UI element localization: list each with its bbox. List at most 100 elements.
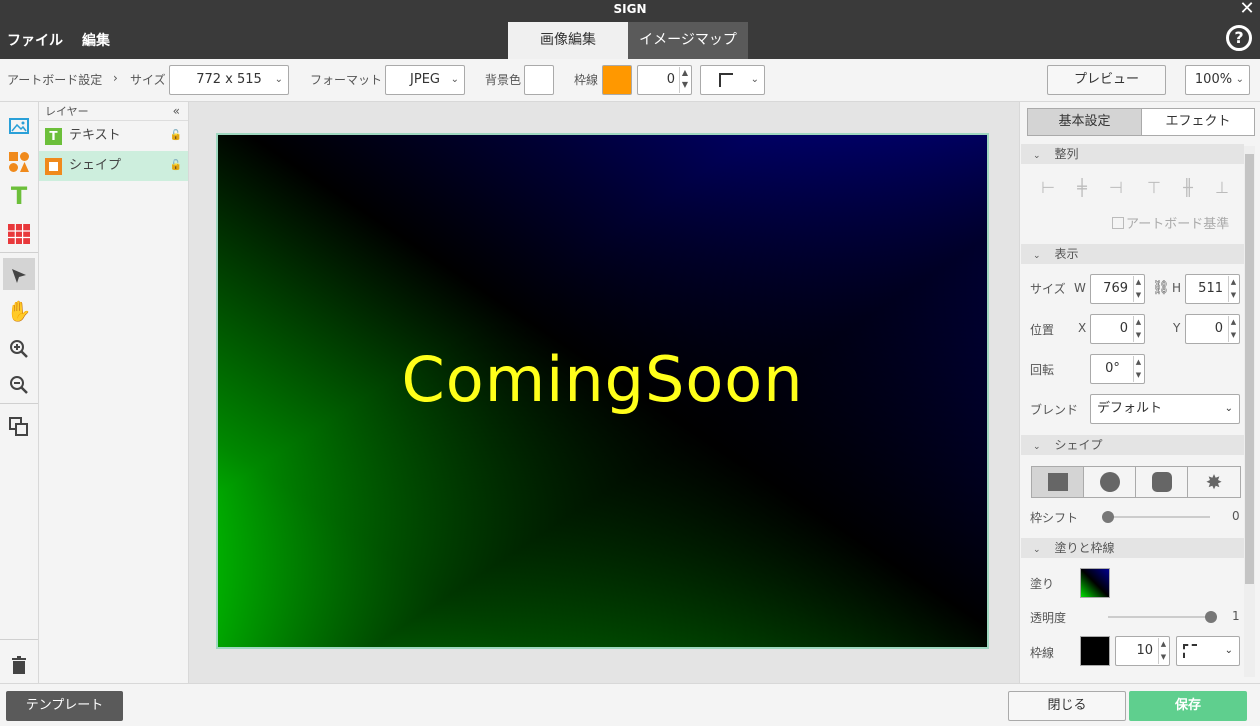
preview-button[interactable]: プレビュー [1047, 65, 1166, 95]
border-shift-slider[interactable] [1108, 516, 1210, 518]
table-tool-icon[interactable] [3, 216, 35, 248]
hand-tool-icon[interactable]: ✋ [3, 295, 35, 327]
chevron-down-icon: ⌄ [274, 74, 283, 85]
x-label: X [1078, 321, 1087, 335]
section-title: 表示 [1054, 247, 1079, 261]
width-input[interactable]: 769 ▲ ▼ [1090, 274, 1145, 304]
blend-select[interactable]: デフォルト ⌄ [1090, 394, 1240, 424]
stepper-icon[interactable]: ▲ ▼ [1228, 276, 1238, 302]
stepper-icon[interactable]: ▲ ▼ [1133, 316, 1143, 342]
menu-file[interactable]: ファイル [7, 30, 63, 50]
size-label: サイズ [130, 73, 166, 87]
bg-color-swatch[interactable] [524, 65, 554, 95]
stepper-icon[interactable]: ▲ ▼ [679, 67, 690, 93]
section-fill-border[interactable]: ⌄ 塗りと枠線 [1021, 538, 1244, 558]
shape-circle-button[interactable] [1084, 467, 1136, 497]
chevron-down-icon: ⌄ [1033, 442, 1041, 452]
stepper-icon[interactable]: ▲ ▼ [1133, 276, 1143, 302]
align-right-icon[interactable]: ⊣ [1104, 178, 1128, 200]
align-bottom-icon[interactable]: ⊥ [1210, 178, 1234, 200]
section-shape[interactable]: ⌄ シェイプ [1021, 435, 1244, 455]
stepper-icon[interactable]: ▲ ▼ [1133, 356, 1143, 382]
border-width-value: 10 [1136, 643, 1153, 658]
opacity-value: 1 [1232, 609, 1240, 623]
align-center-h-icon[interactable]: ╪ [1070, 178, 1094, 200]
properties-panel: 基本設定 エフェクト ⌄ 整列 ⊢ ╪ ⊣ ⊤ ╫ ⊥ アートボード基準 ⌄ 表示 … [1019, 102, 1260, 683]
section-align[interactable]: ⌄ 整列 [1021, 144, 1244, 164]
arrange-icon[interactable] [3, 409, 35, 441]
slider-handle[interactable] [1205, 611, 1217, 623]
border-style-select[interactable]: ⌄ [1176, 636, 1240, 666]
border-style-select[interactable]: ⌄ [700, 65, 765, 95]
rotate-input[interactable]: 0° ▲ ▼ [1090, 354, 1145, 384]
layers-title: レイヤー [45, 105, 89, 118]
tab-basic-settings[interactable]: 基本設定 [1028, 109, 1141, 135]
x-input[interactable]: 0 ▲ ▼ [1090, 314, 1145, 344]
format-select[interactable]: JPEG ⌄ [385, 65, 465, 95]
tab-effect[interactable]: エフェクト [1141, 109, 1254, 135]
border-width-value: 0 [666, 72, 675, 87]
width-value: 769 [1103, 281, 1128, 296]
layer-item-text[interactable]: T テキスト 🔓 [39, 121, 188, 151]
align-center-v-icon[interactable]: ╫ [1176, 178, 1200, 200]
layer-item-shape[interactable]: シェイプ 🔓 [39, 151, 188, 181]
shape-rounded-button[interactable] [1136, 467, 1188, 497]
bottom-bar: テンプレート 閉じる 保存 [0, 683, 1260, 726]
tab-image-edit[interactable]: 画像編集 [508, 22, 628, 59]
fill-gradient-swatch[interactable] [1080, 568, 1110, 598]
zoom-select[interactable]: 100% ⌄ [1185, 65, 1250, 95]
zoom-in-icon[interactable] [3, 331, 35, 363]
divider [0, 252, 38, 253]
text-tool-icon[interactable]: T [3, 180, 35, 212]
star-burst-icon: ✸ [1205, 470, 1223, 494]
select-tool-icon[interactable] [3, 258, 35, 290]
height-input[interactable]: 511 ▲ ▼ [1185, 274, 1240, 304]
menu-edit[interactable]: 編集 [82, 30, 110, 50]
scrollbar[interactable] [1244, 146, 1255, 677]
artboard-base-checkbox[interactable]: アートボード基準 [1112, 213, 1229, 232]
trash-icon[interactable] [3, 647, 35, 679]
shape-star-button[interactable]: ✸ [1188, 467, 1240, 497]
template-button[interactable]: テンプレート [6, 691, 123, 721]
border-width-input[interactable]: 10 ▲ ▼ [1115, 636, 1170, 666]
border-color-swatch[interactable] [602, 65, 632, 95]
image-tool-icon[interactable] [3, 108, 35, 140]
artboard[interactable]: ComingSoon [216, 133, 989, 649]
section-title: シェイプ [1054, 438, 1103, 452]
layers-panel: レイヤー « T テキスト 🔓 シェイプ 🔓 [39, 102, 189, 683]
border-width-input[interactable]: 0 ▲ ▼ [637, 65, 692, 95]
shape-tool-icon[interactable] [3, 144, 35, 176]
save-button[interactable]: 保存 [1129, 691, 1247, 721]
zoom-out-icon[interactable] [3, 367, 35, 399]
slider-handle[interactable] [1102, 511, 1114, 523]
collapse-icon[interactable]: « [173, 102, 180, 121]
shape-rect-button[interactable] [1032, 467, 1084, 497]
border-color-swatch[interactable] [1080, 636, 1110, 666]
close-icon[interactable]: ✕ [1238, 0, 1256, 18]
width-label: W [1074, 281, 1086, 295]
align-left-icon[interactable]: ⊢ [1036, 178, 1060, 200]
size-select[interactable]: 772 x 515 ⌄ [169, 65, 289, 95]
artboard-text[interactable]: ComingSoon [218, 340, 987, 420]
rounded-square-icon [1152, 472, 1172, 492]
align-top-icon[interactable]: ⊤ [1142, 178, 1166, 200]
layer-name: テキスト [69, 128, 121, 143]
close-button[interactable]: 閉じる [1008, 691, 1126, 721]
link-ratio-icon[interactable]: ⛓ [1152, 280, 1170, 296]
opacity-slider[interactable] [1108, 616, 1210, 618]
canvas-area[interactable]: ComingSoon [189, 102, 1019, 683]
help-icon[interactable]: ? [1226, 25, 1252, 51]
scrollbar-thumb[interactable] [1245, 154, 1254, 584]
section-display[interactable]: ⌄ 表示 [1021, 244, 1244, 264]
stepper-icon[interactable]: ▲ ▼ [1158, 638, 1168, 664]
zoom-value: 100% [1194, 72, 1233, 87]
lock-icon[interactable]: 🔓 [170, 121, 182, 151]
size-label: サイズ [1030, 282, 1066, 296]
border-shift-value: 0 [1232, 509, 1240, 523]
stepper-icon[interactable]: ▲ ▼ [1228, 316, 1238, 342]
lock-icon[interactable]: 🔓 [170, 151, 182, 181]
y-input[interactable]: 0 ▲ ▼ [1185, 314, 1240, 344]
layers-header: レイヤー « [39, 102, 188, 121]
rotate-label: 回転 [1030, 363, 1055, 377]
tab-image-map[interactable]: イメージマップ [628, 22, 748, 59]
